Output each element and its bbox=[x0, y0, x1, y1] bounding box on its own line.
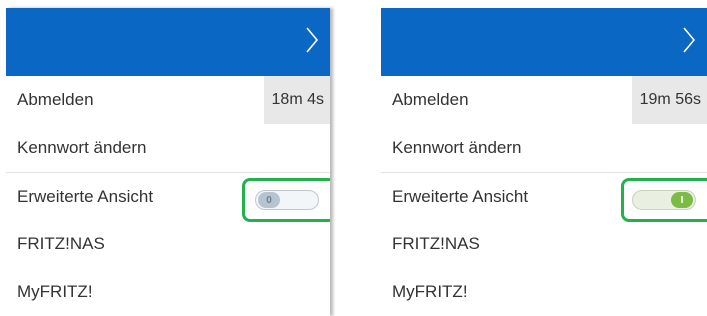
toggle-highlight: I bbox=[621, 178, 707, 222]
change-password-item[interactable]: Kennwort ändern bbox=[381, 124, 707, 172]
session-timer: 19m 56s bbox=[631, 76, 707, 124]
change-password-label: Kennwort ändern bbox=[17, 138, 147, 157]
myfritz-item[interactable]: MyFRITZ! bbox=[381, 268, 707, 316]
fritz-nas-item[interactable]: FRITZ!NAS bbox=[381, 220, 707, 268]
session-timer: 18m 4s bbox=[263, 76, 330, 124]
extended-view-toggle[interactable]: I bbox=[632, 190, 696, 210]
toggle-highlight: 0 bbox=[242, 178, 330, 222]
extended-view-toggle[interactable]: 0 bbox=[255, 190, 319, 210]
logout-label: Abmelden bbox=[392, 90, 469, 109]
change-password-item[interactable]: Kennwort ändern bbox=[6, 124, 330, 172]
toggle-knob-off: 0 bbox=[258, 192, 280, 208]
menu-panel-right: Abmelden 19m 56s Kennwort ändern Erweite… bbox=[381, 8, 707, 316]
panel-header bbox=[6, 8, 330, 76]
extended-view-label: Erweiterte Ansicht bbox=[17, 186, 154, 206]
chevron-right-icon[interactable] bbox=[679, 22, 699, 58]
change-password-label: Kennwort ändern bbox=[392, 138, 522, 157]
extended-view-label: Erweiterte Ansicht bbox=[392, 186, 529, 206]
fritz-nas-label: FRITZ!NAS bbox=[392, 234, 480, 253]
logout-label: Abmelden bbox=[17, 90, 94, 109]
myfritz-label: MyFRITZ! bbox=[17, 282, 93, 301]
menu-panel-left: Abmelden 18m 4s Kennwort ändern Erweiter… bbox=[6, 8, 330, 316]
chevron-right-icon[interactable] bbox=[302, 22, 322, 58]
fritz-nas-item[interactable]: FRITZ!NAS bbox=[6, 220, 330, 268]
logout-item[interactable]: Abmelden 18m 4s bbox=[6, 76, 330, 124]
logout-item[interactable]: Abmelden 19m 56s bbox=[381, 76, 707, 124]
panel-header bbox=[381, 8, 707, 76]
myfritz-label: MyFRITZ! bbox=[392, 282, 468, 301]
fritz-nas-label: FRITZ!NAS bbox=[17, 234, 105, 253]
toggle-knob-on: I bbox=[671, 192, 693, 208]
myfritz-item[interactable]: MyFRITZ! bbox=[6, 268, 330, 316]
